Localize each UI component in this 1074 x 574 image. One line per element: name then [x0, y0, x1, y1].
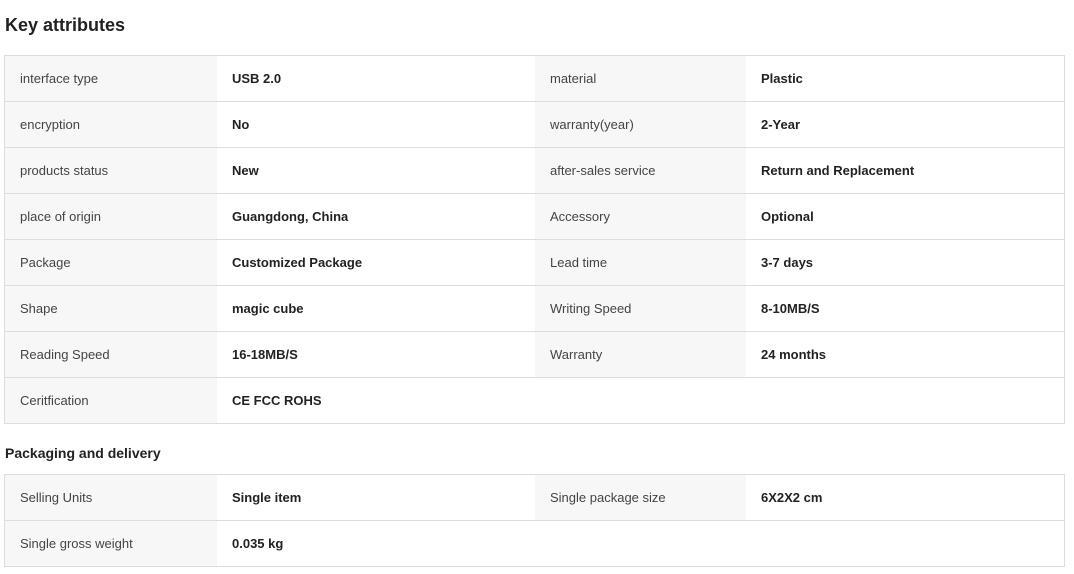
empty-cell	[535, 521, 746, 566]
table-row: Single gross weight 0.035 kg	[5, 521, 1064, 567]
attribute-value: New	[217, 148, 535, 193]
key-attributes-table: interface type USB 2.0 material Plastic …	[4, 55, 1065, 424]
table-row: interface type USB 2.0 material Plastic	[5, 56, 1064, 102]
attribute-label: Ceritfication	[5, 378, 217, 423]
attribute-value: 0.035 kg	[217, 521, 535, 566]
attribute-label: Writing Speed	[535, 286, 746, 331]
attribute-label: interface type	[5, 56, 217, 101]
attribute-label: Package	[5, 240, 217, 285]
attribute-value: 6X2X2 cm	[746, 475, 1064, 520]
key-attributes-heading: Key attributes	[5, 15, 126, 35]
attribute-label: Reading Speed	[5, 332, 217, 377]
attribute-label: place of origin	[5, 194, 217, 239]
attribute-label: Shape	[5, 286, 217, 331]
attribute-value: 16-18MB/S	[217, 332, 535, 377]
attribute-label: encryption	[5, 102, 217, 147]
attribute-label: products status	[5, 148, 217, 193]
table-row: Package Customized Package Lead time 3-7…	[5, 240, 1064, 286]
attribute-value: 3-7 days	[746, 240, 1064, 285]
attribute-label: material	[535, 56, 746, 101]
table-row: Shape magic cube Writing Speed 8-10MB/S	[5, 286, 1064, 332]
attribute-label: Accessory	[535, 194, 746, 239]
attribute-value: 8-10MB/S	[746, 286, 1064, 331]
attribute-value: Optional	[746, 194, 1064, 239]
table-row: products status New after-sales service …	[5, 148, 1064, 194]
packaging-table: Selling Units Single item Single package…	[4, 474, 1065, 567]
empty-cell	[535, 378, 746, 423]
attribute-label: Warranty	[535, 332, 746, 377]
attribute-value: Customized Package	[217, 240, 535, 285]
attribute-value: USB 2.0	[217, 56, 535, 101]
attribute-label: Lead time	[535, 240, 746, 285]
attribute-value: No	[217, 102, 535, 147]
table-row: Reading Speed 16-18MB/S Warranty 24 mont…	[5, 332, 1064, 378]
attribute-label: Single package size	[535, 475, 746, 520]
attribute-label: warranty(year)	[535, 102, 746, 147]
attribute-value: 24 months	[746, 332, 1064, 377]
table-row: Ceritfication CE FCC ROHS	[5, 378, 1064, 424]
empty-cell	[746, 378, 1064, 423]
attribute-value: magic cube	[217, 286, 535, 331]
attribute-value: Plastic	[746, 56, 1064, 101]
packaging-heading: Packaging and delivery	[5, 445, 161, 461]
product-attributes-page: Key attributes interface type USB 2.0 ma…	[0, 0, 1074, 574]
attribute-value: 2-Year	[746, 102, 1064, 147]
attribute-value: Single item	[217, 475, 535, 520]
attribute-value: CE FCC ROHS	[217, 378, 535, 423]
table-row: place of origin Guangdong, China Accesso…	[5, 194, 1064, 240]
attribute-label: Single gross weight	[5, 521, 217, 566]
attribute-value: Return and Replacement	[746, 148, 1064, 193]
attribute-label: after-sales service	[535, 148, 746, 193]
attribute-label: Selling Units	[5, 475, 217, 520]
table-row: Selling Units Single item Single package…	[5, 475, 1064, 521]
empty-cell	[746, 521, 1064, 566]
table-row: encryption No warranty(year) 2-Year	[5, 102, 1064, 148]
attribute-value: Guangdong, China	[217, 194, 535, 239]
